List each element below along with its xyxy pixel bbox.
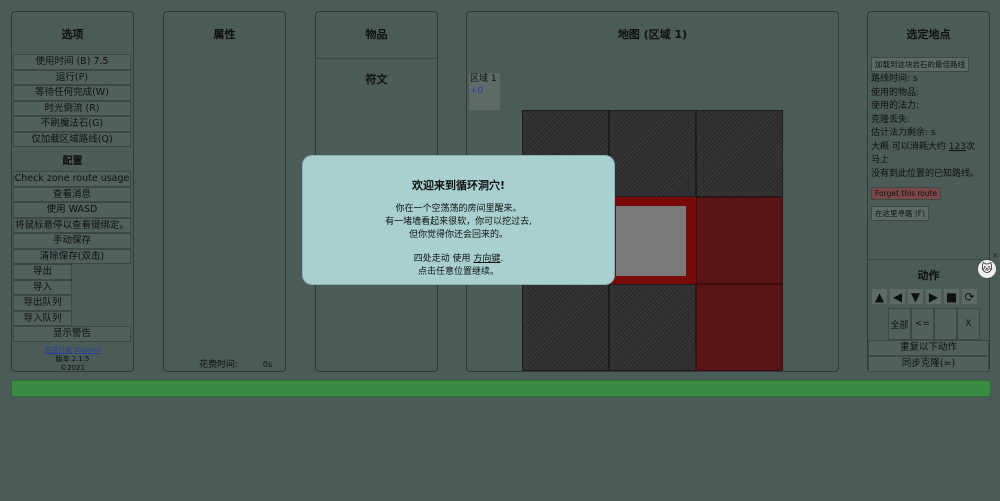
up-arrow-icon[interactable]: ▲	[872, 289, 887, 304]
map-cell[interactable]	[609, 284, 696, 371]
discord-link[interactable]: Discord	[74, 346, 100, 354]
used-items: 使用的物品:	[871, 87, 920, 98]
actions-title: 动作	[917, 269, 940, 282]
location-title: 选定地点	[906, 28, 951, 41]
map-cell[interactable]	[522, 284, 609, 371]
map-cell[interactable]	[696, 284, 783, 371]
down-arrow-icon[interactable]: ▼	[908, 289, 923, 304]
repeat-button[interactable]: 重复以下动作	[868, 340, 989, 356]
sync-clones-button[interactable]: 同步克隆(=)	[868, 356, 989, 372]
approx-suffix: 次	[965, 141, 975, 152]
clones-lost: 克隆丢失:	[871, 114, 911, 125]
welcome-title: 欢迎来到循环洞穴!	[411, 179, 506, 192]
export-queue-button[interactable]: 导出队列	[13, 295, 72, 311]
forget-route-button[interactable]: Forget this route	[871, 187, 942, 200]
check-zone-button[interactable]: Check zone route usage	[13, 171, 131, 187]
zone-route-button[interactable]: 仅加载区域路线(Q)	[13, 131, 131, 147]
used-mana: 使用的法力:	[871, 101, 920, 111]
no-grind-button[interactable]: 不刷魔法石(G)	[13, 116, 131, 132]
map-cell[interactable]	[609, 110, 696, 197]
attributes-title: 属性	[213, 28, 236, 41]
options-panel: 选项 使用时间 (B) 7.5 运行(P) 等待任何完成(W) 时光倒流 (R)…	[11, 11, 134, 372]
export-button[interactable]: 导出	[13, 264, 72, 280]
right-arrow-icon[interactable]: ▶	[926, 289, 941, 304]
attributes-panel: 属性 花费时间: 0s	[163, 11, 286, 372]
move-suffix: .	[500, 254, 504, 264]
map-cell[interactable]	[696, 197, 783, 284]
welcome-line-1: 你在一个空荡荡的房间里醒来。	[395, 204, 522, 214]
rewind-button[interactable]: 时光倒流 (R)	[13, 100, 131, 116]
approx-value: 123	[948, 141, 966, 152]
time-spent-value: 0s	[262, 360, 273, 369]
action-buttons: ▲ ◀ ▼ ▶ ■ ⟳	[872, 289, 977, 304]
map-cell[interactable]	[696, 110, 783, 197]
welcome-line-2: 有一堵墙看起来很软，你可以挖过去,	[385, 217, 532, 227]
manual-save-button[interactable]: 手动保存	[13, 233, 131, 249]
move-prefix: 四处走动 使用	[413, 254, 474, 264]
copyright-text: ©2021	[60, 363, 85, 372]
close-icon[interactable]: ×	[992, 251, 999, 260]
approx-prefix: 大概 可以消耗大约	[871, 141, 949, 152]
run-button[interactable]: 运行(P)	[13, 69, 131, 85]
horse-text: 马上	[871, 155, 890, 165]
options-title: 选项	[61, 28, 84, 41]
config-title: 配置	[62, 156, 83, 167]
welcome-continue: 点击任意位置继续。	[417, 267, 499, 277]
welcome-move: 四处走动 使用 方向键.	[303, 253, 614, 266]
all-cell[interactable]: 全部	[888, 308, 911, 340]
region-value: +0	[470, 86, 484, 96]
back-cell[interactable]: <=	[911, 308, 934, 340]
soft-wall-cell[interactable]	[609, 197, 696, 284]
import-queue-button[interactable]: 导入队列	[13, 310, 72, 326]
runes-title: 符文	[365, 73, 388, 86]
region-info: 区域 1 +0	[469, 73, 500, 110]
items-divider	[316, 58, 437, 59]
player-room	[616, 206, 686, 276]
welcome-dialog[interactable]: 欢迎来到循环洞穴! 你在一个空荡荡的房间里醒来。 有一堵墙看起来很软，你可以挖过…	[302, 155, 615, 285]
items-title: 物品	[365, 28, 388, 41]
empty-cell[interactable]	[934, 308, 957, 340]
time-spent-label: 花费时间:	[199, 360, 239, 370]
wait-any-button[interactable]: 等待任何完成(W)	[13, 85, 131, 101]
map-title: 地图 (区域 1)	[617, 28, 688, 41]
left-arrow-icon[interactable]: ◀	[890, 289, 905, 304]
progress-bar	[11, 380, 991, 397]
cat-icon[interactable]: 🐱	[978, 260, 996, 278]
region-label: 区域 1	[470, 74, 497, 84]
close-cell[interactable]: X	[957, 308, 980, 340]
location-panel: 选定地点 加载到这块岩石的最佳路线 路线时间: s 使用的物品: 使用的法力: …	[867, 11, 990, 372]
repeat-icon[interactable]: ⟳	[962, 289, 977, 304]
action-queue-cells: 全部 <= X	[888, 308, 980, 340]
show-warnings-button[interactable]: 显示警告	[13, 326, 131, 342]
messages-button[interactable]: 查看消息	[13, 186, 131, 202]
route-time: 路线时间: s	[871, 74, 918, 84]
load-route-button[interactable]: 加载到这块岩石的最佳路线	[871, 57, 969, 72]
approx-usage: 大概 可以消耗大约 123次	[868, 141, 989, 155]
support-link[interactable]: 支持开发	[44, 346, 72, 354]
footer: 支持开发 Discord 版本 2.1.5 ©2021	[12, 346, 133, 373]
welcome-line-3: 但你觉得你还会回来的。	[408, 230, 508, 240]
clear-save-button[interactable]: 清除保存(双击)	[13, 248, 131, 264]
find-path-button[interactable]: 在这里寻路 (F)	[871, 206, 930, 221]
wasd-button[interactable]: 使用 WASD	[13, 202, 131, 218]
mana-left: 估计法力剩余: s	[871, 128, 936, 138]
stop-icon[interactable]: ■	[944, 289, 959, 304]
use-time-button[interactable]: 使用时间 (B) 7.5	[13, 54, 131, 70]
actions-divider	[868, 259, 989, 260]
import-button[interactable]: 导入	[13, 279, 72, 295]
move-key: 方向键	[473, 254, 501, 264]
keybind-hint-button[interactable]: 将鼠标悬停以查看键绑定。	[13, 217, 131, 233]
version-text: 版本 2.1.5	[55, 354, 90, 363]
no-route-text: 没有到此位置的已知路线。	[871, 168, 980, 179]
